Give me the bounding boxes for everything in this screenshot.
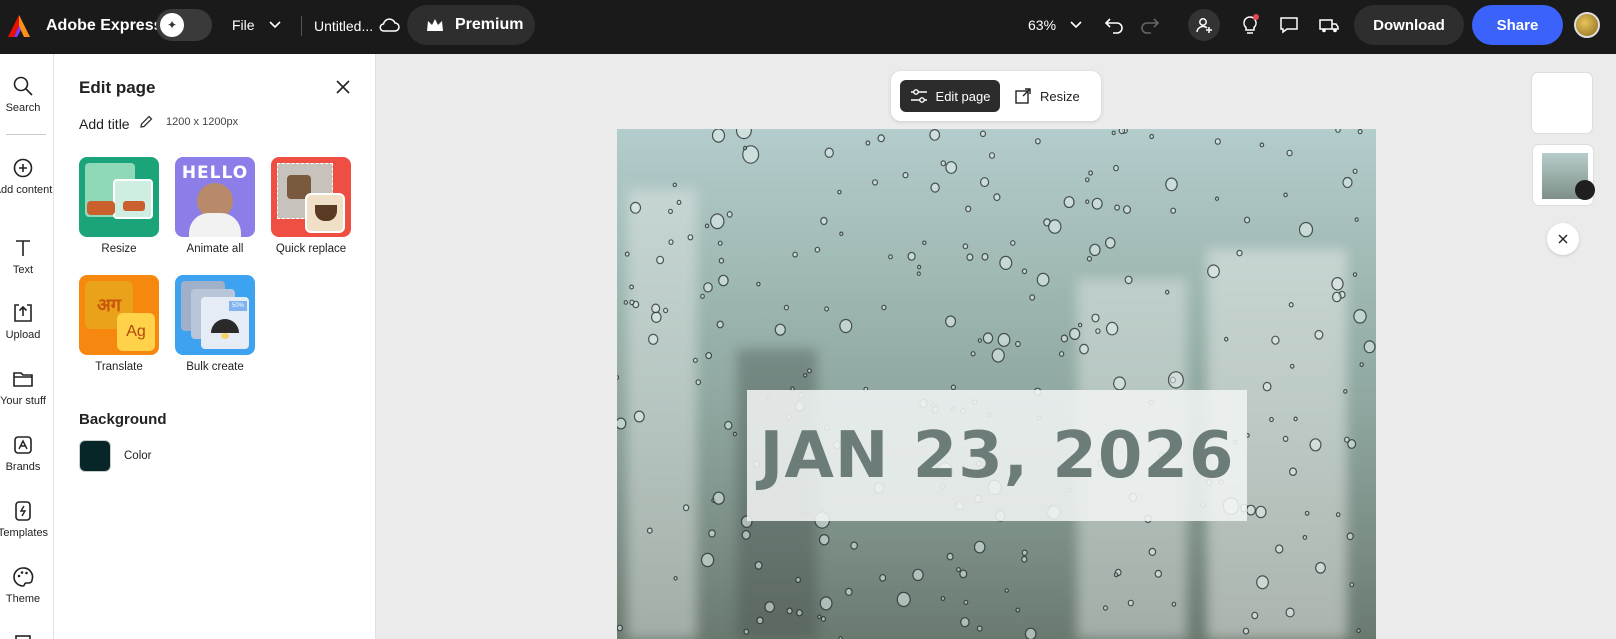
- rail-item-more[interactable]: [0, 631, 53, 639]
- rail-item-add-content[interactable]: Add content: [0, 156, 53, 196]
- chevron-down-icon: [268, 21, 281, 29]
- document-title[interactable]: Untitled...: [314, 18, 373, 34]
- page-dimensions: 1200 x 1200px: [166, 116, 239, 128]
- thumbnail-text: HELLO: [181, 163, 249, 183]
- thumbnail-text: 50%: [229, 301, 247, 311]
- rail-item-label: Upload: [5, 329, 41, 341]
- app-name: Adobe Express: [46, 17, 163, 34]
- edit-page-panel: Edit page Add title 1200 x 1200px Resize…: [54, 54, 376, 639]
- cloud-icon[interactable]: [378, 16, 400, 34]
- invite-collaborator-icon[interactable]: [1188, 9, 1220, 41]
- rail-item-text[interactable]: Text: [0, 236, 53, 276]
- quick-replace-tile[interactable]: Quick replace: [263, 157, 359, 255]
- rail-item-label: Text: [12, 264, 34, 276]
- edit-page-label: Edit page: [935, 88, 991, 104]
- palette-icon: [13, 567, 34, 587]
- date-text[interactable]: JAN 23, 2026: [760, 419, 1235, 493]
- tile-label: Animate all: [186, 243, 244, 255]
- rail-item-your-stuff[interactable]: Your stuff: [0, 367, 53, 407]
- animate-all-thumbnail: HELLO: [175, 157, 255, 237]
- page-thumbnail-blank[interactable]: [1532, 73, 1592, 133]
- rail-item-theme[interactable]: Theme: [0, 565, 53, 605]
- background-color-swatch[interactable]: [79, 440, 111, 472]
- date-text-box[interactable]: JAN 23, 2026: [747, 390, 1247, 521]
- rail-item-brands[interactable]: Brands: [0, 433, 53, 473]
- rail-item-label: Search: [5, 102, 41, 114]
- templates-icon: [15, 501, 31, 521]
- rail-item-label: Theme: [5, 593, 41, 605]
- background-section-title: Background: [79, 411, 167, 428]
- text-icon: [16, 240, 30, 256]
- resize-label: Resize: [1040, 88, 1080, 104]
- background-badge-icon: [1575, 180, 1595, 200]
- tile-label: Translate: [95, 361, 143, 373]
- translate-tile[interactable]: अग Ag Translate: [71, 275, 167, 373]
- file-menu[interactable]: File: [232, 17, 281, 33]
- sparkle-icon: ✦: [160, 13, 184, 37]
- resize-tile[interactable]: Resize: [71, 157, 167, 255]
- rail-item-search[interactable]: Search: [0, 74, 53, 114]
- folder-icon: [13, 372, 33, 387]
- schedule-icon[interactable]: [1317, 13, 1341, 37]
- resize-button[interactable]: Resize: [1014, 80, 1094, 112]
- panel-title: Edit page: [79, 78, 156, 97]
- tile-label: Resize: [101, 243, 137, 255]
- sliders-icon: [910, 89, 927, 103]
- add-title-label[interactable]: Add title: [79, 116, 130, 132]
- close-thumbnails-button[interactable]: [1547, 223, 1579, 255]
- raindrops-overlay: [617, 129, 1376, 639]
- crown-icon: [427, 19, 443, 31]
- adobe-express-logo-icon[interactable]: [6, 13, 32, 39]
- left-rail: Search Add content Text Upload Your stuf…: [0, 54, 54, 639]
- grid-icon: [15, 635, 31, 639]
- edit-page-button[interactable]: Edit page: [900, 80, 1000, 112]
- close-icon: [1558, 234, 1568, 244]
- tile-label: Quick replace: [275, 243, 347, 255]
- bulk-create-tile[interactable]: 50% Bulk create: [167, 275, 263, 373]
- zoom-control[interactable]: 63%: [1028, 17, 1082, 33]
- bulk-create-thumbnail: 50%: [175, 275, 255, 355]
- file-menu-label: File: [232, 17, 255, 33]
- share-button[interactable]: Share: [1472, 5, 1563, 45]
- resize-icon: [1015, 88, 1031, 104]
- close-icon[interactable]: [334, 78, 352, 96]
- ai-toggle[interactable]: ✦: [156, 9, 212, 41]
- upload-icon: [14, 304, 32, 322]
- artboard[interactable]: JAN 23, 2026: [617, 129, 1376, 639]
- rail-item-label: Your stuff: [0, 395, 46, 407]
- premium-label: Premium: [455, 16, 524, 33]
- undo-icon[interactable]: [1102, 13, 1126, 37]
- rail-item-upload[interactable]: Upload: [0, 301, 53, 341]
- animate-all-tile[interactable]: HELLO Animate all: [167, 157, 263, 255]
- thumbnail-text: Ag: [117, 313, 155, 351]
- translate-thumbnail: अग Ag: [79, 275, 159, 355]
- zoom-level: 63%: [1028, 17, 1057, 33]
- resize-thumbnail: [79, 157, 159, 237]
- avatar[interactable]: [1574, 12, 1600, 38]
- premium-button[interactable]: Premium: [407, 5, 535, 45]
- pencil-icon[interactable]: [138, 114, 154, 130]
- lightbulb-icon[interactable]: [1238, 13, 1262, 37]
- tile-label: Bulk create: [186, 361, 244, 373]
- chevron-down-icon: [1070, 21, 1082, 29]
- redo-icon[interactable]: [1138, 13, 1162, 37]
- rail-item-templates[interactable]: Templates: [0, 499, 53, 539]
- background-color-label: Color: [124, 450, 152, 462]
- rail-item-label: Templates: [0, 527, 49, 539]
- rail-divider: [6, 134, 46, 135]
- download-button[interactable]: Download: [1354, 5, 1464, 45]
- top-bar: Adobe Express ✦ File Untitled... Premium…: [0, 0, 1616, 54]
- page-thumbnail-current[interactable]: [1533, 145, 1595, 205]
- rail-item-label: Add content: [0, 184, 53, 196]
- canvas-toolbar: Edit page Resize: [891, 71, 1101, 121]
- comment-icon[interactable]: [1277, 13, 1301, 37]
- rail-item-label: Brands: [5, 461, 41, 473]
- divider: [301, 16, 302, 36]
- brand-icon: [14, 436, 32, 454]
- quick-replace-thumbnail: [271, 157, 351, 237]
- plus-circle-icon: [13, 158, 33, 178]
- search-icon: [13, 76, 33, 96]
